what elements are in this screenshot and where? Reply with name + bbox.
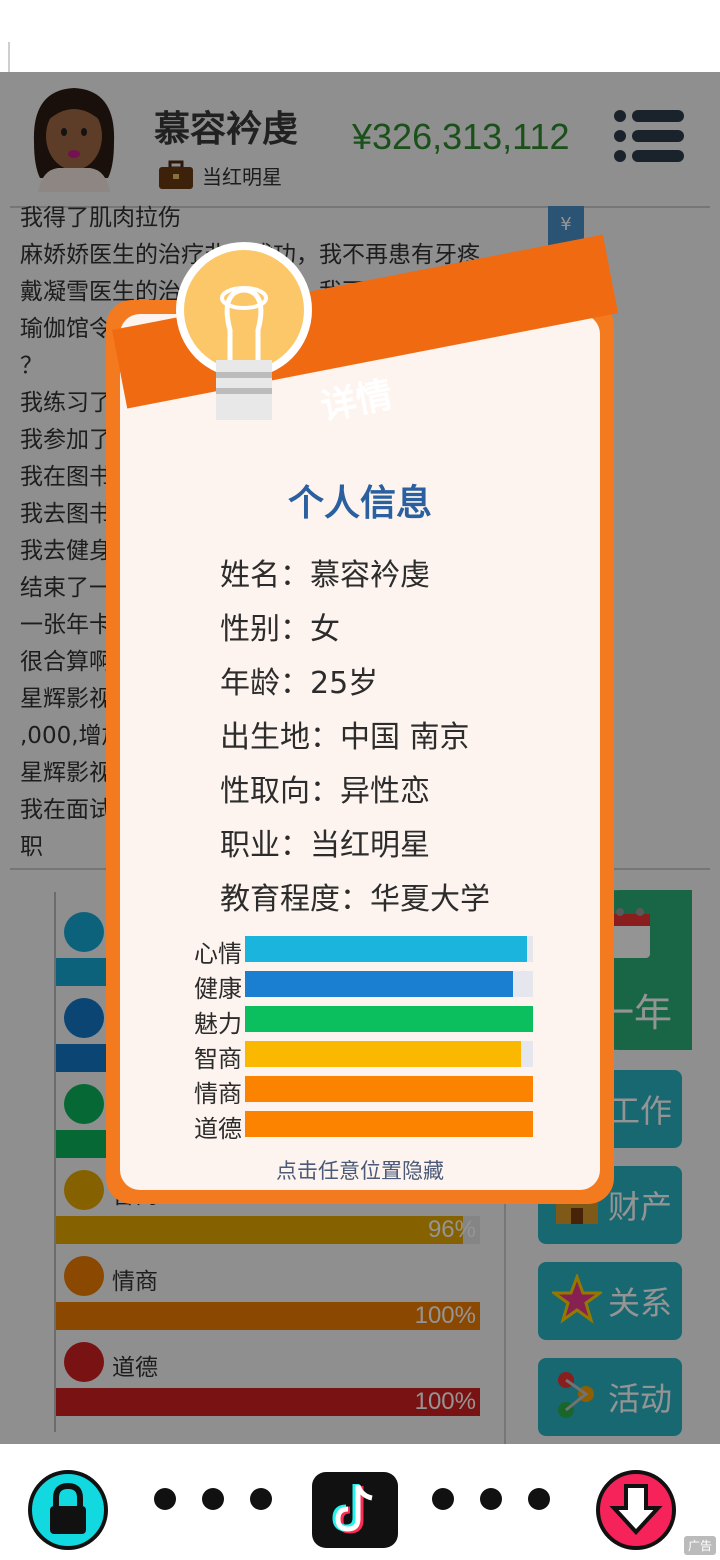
modal-bar-track [245,1041,533,1067]
modal-bar-label: 健康 [194,975,242,1003]
modal-bar-track [245,936,533,962]
info-row: 年龄：25岁 [220,666,379,701]
modal-title: 个人信息 [287,483,432,524]
status-strip [0,0,720,98]
tiktok-icon[interactable] [308,1470,404,1550]
info-row: 姓名：慕容衿虔 [220,558,430,593]
modal-bar-label: 心情 [194,940,242,968]
modal-bar-fill [245,1006,533,1032]
modal-bar-track [245,1111,533,1137]
modal-bar-fill [245,1111,533,1137]
modal-bar-fill [245,1041,522,1067]
info-row: 性别：女 [220,612,340,647]
lock-icon[interactable] [20,1470,116,1550]
modal-bar-fill [245,1076,533,1102]
modal-bar-label: 道德 [194,1115,242,1143]
dots-right [432,1488,550,1510]
lightbulb-icon [176,242,312,420]
modal-bar-label: 情商 [194,1080,242,1108]
info-row: 出生地：中国 南京 [220,720,470,755]
info-row: 职业：当红明星 [220,828,430,863]
modal-bar-label: 智商 [194,1045,242,1073]
download-icon[interactable] [588,1470,684,1550]
bottom-bar: 广告 [0,1444,720,1560]
dots-left [154,1488,272,1510]
modal-bar-fill [245,971,513,997]
modal-bar-track [245,1006,533,1032]
modal-bar-label: 魅力 [194,1010,242,1038]
modal-bar-fill [245,936,528,962]
modal-bar-track [245,971,533,997]
info-row: 性取向：异性恋 [220,774,430,809]
info-row: 教育程度：华夏大学 [220,882,490,917]
ad-label: 广告 [683,1536,716,1555]
modal-bar-track [245,1076,533,1102]
dismiss-hint: 点击任意位置隐藏 [276,1159,444,1183]
